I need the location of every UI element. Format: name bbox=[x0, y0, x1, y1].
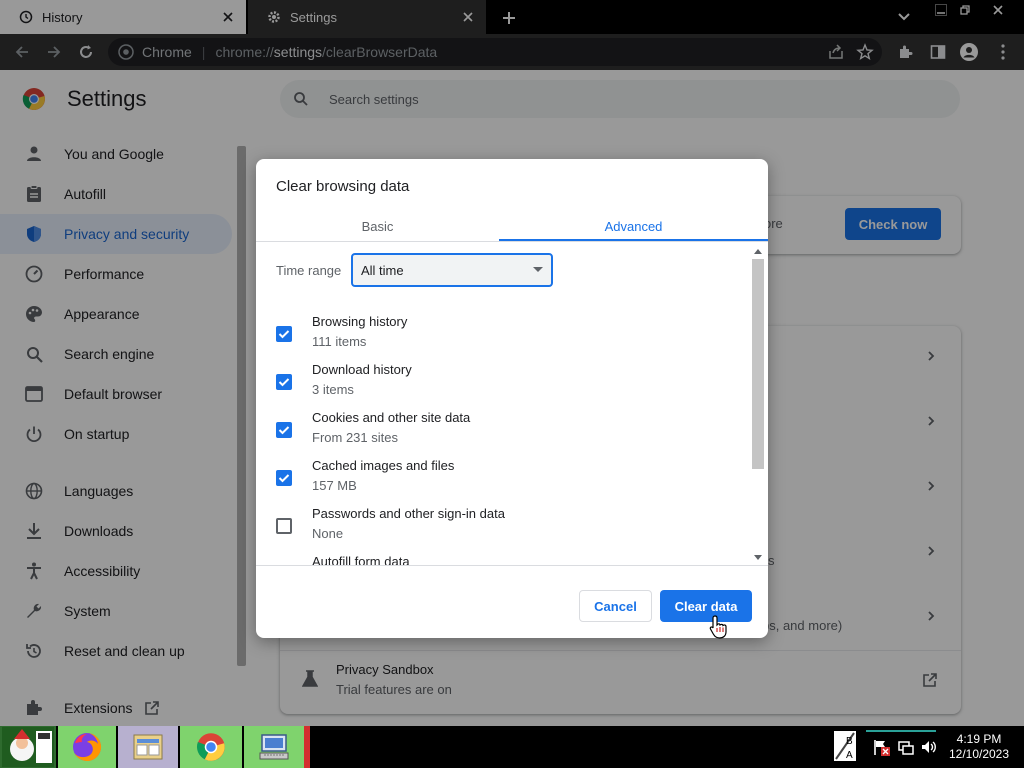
time-range-select[interactable]: All time bbox=[351, 253, 553, 287]
cookies-checkbox[interactable] bbox=[276, 422, 292, 438]
taskbar-app-chrome[interactable] bbox=[180, 726, 242, 768]
cached-images-checkbox[interactable] bbox=[276, 470, 292, 486]
hand-pointer-cursor-icon bbox=[709, 615, 727, 639]
dialog-scrollbar[interactable] bbox=[752, 245, 768, 565]
clear-data-button[interactable]: Clear data bbox=[660, 590, 752, 622]
option-detail: 111 items bbox=[312, 334, 367, 349]
file-manager-icon bbox=[133, 734, 163, 760]
option-autofill: Autofill form data bbox=[256, 554, 752, 565]
time-range-value: All time bbox=[361, 262, 404, 278]
dialog-title: Clear browsing data bbox=[276, 178, 410, 195]
dialog-body: Time range All time Browsing history 111… bbox=[256, 242, 768, 565]
option-browsing-history: Browsing history 111 items bbox=[256, 314, 752, 362]
taskbar-indicator bbox=[866, 730, 936, 732]
download-history-checkbox[interactable] bbox=[276, 374, 292, 390]
taskbar-divider bbox=[304, 726, 310, 768]
taskbar-app-santa[interactable] bbox=[0, 726, 56, 768]
checkmark-icon bbox=[278, 426, 290, 435]
option-label: Cached images and files bbox=[312, 458, 455, 473]
tab-advanced[interactable]: Advanced bbox=[499, 211, 768, 241]
svg-text:B: B bbox=[846, 736, 853, 747]
footer-divider bbox=[256, 565, 768, 566]
scroll-down-arrow-icon[interactable] bbox=[754, 555, 762, 560]
clock-date: 12/10/2023 bbox=[948, 747, 1010, 761]
option-label: Passwords and other sign-in data bbox=[312, 506, 505, 521]
clock-time: 4:19 PM bbox=[956, 732, 1002, 746]
scrollbar-thumb[interactable] bbox=[752, 259, 764, 469]
option-download-history: Download history 3 items bbox=[256, 362, 752, 410]
option-passwords: Passwords and other sign-in data None bbox=[256, 506, 752, 554]
option-cookies: Cookies and other site data From 231 sit… bbox=[256, 410, 752, 458]
checkmark-icon bbox=[278, 474, 290, 483]
taskbar bbox=[0, 726, 1024, 768]
passwords-checkbox[interactable] bbox=[276, 518, 292, 534]
flag-alert-icon[interactable] bbox=[872, 738, 890, 756]
network-status-icon[interactable] bbox=[897, 738, 915, 756]
option-label: Cookies and other site data bbox=[312, 410, 471, 425]
option-label: Download history bbox=[312, 362, 412, 377]
option-detail: From 231 sites bbox=[312, 430, 398, 445]
taskbar-app-firefox[interactable] bbox=[58, 726, 116, 768]
network-computer-icon bbox=[259, 734, 289, 760]
svg-text:A: A bbox=[846, 750, 853, 761]
taskbar-app-file-manager[interactable] bbox=[118, 726, 178, 768]
volume-icon[interactable] bbox=[920, 738, 938, 756]
santa-app-icon bbox=[2, 727, 54, 767]
taskbar-clock[interactable]: 4:19 PM 12/10/2023 bbox=[944, 732, 1014, 762]
keyboard-layout-icon[interactable]: B A bbox=[834, 731, 856, 761]
option-detail: 157 MB bbox=[312, 478, 357, 493]
dropdown-arrow-icon bbox=[533, 267, 543, 272]
option-label: Browsing history bbox=[312, 314, 408, 329]
clear-browsing-data-dialog: Clear browsing data Basic Advanced Time … bbox=[256, 159, 768, 638]
taskbar-app-network[interactable] bbox=[244, 726, 304, 768]
chrome-icon bbox=[196, 733, 225, 761]
option-label: Autofill form data bbox=[312, 554, 410, 565]
firefox-icon bbox=[73, 732, 102, 761]
tab-basic[interactable]: Basic bbox=[256, 211, 499, 241]
checkmark-icon bbox=[278, 330, 290, 339]
time-range-label: Time range bbox=[276, 263, 342, 278]
checkmark-icon bbox=[278, 378, 290, 387]
option-detail: 3 items bbox=[312, 382, 354, 397]
option-cached-images: Cached images and files 157 MB bbox=[256, 458, 752, 506]
cancel-button[interactable]: Cancel bbox=[579, 590, 652, 622]
browsing-history-checkbox[interactable] bbox=[276, 326, 292, 342]
option-detail: None bbox=[312, 526, 344, 541]
scroll-up-arrow-icon[interactable] bbox=[754, 249, 762, 254]
